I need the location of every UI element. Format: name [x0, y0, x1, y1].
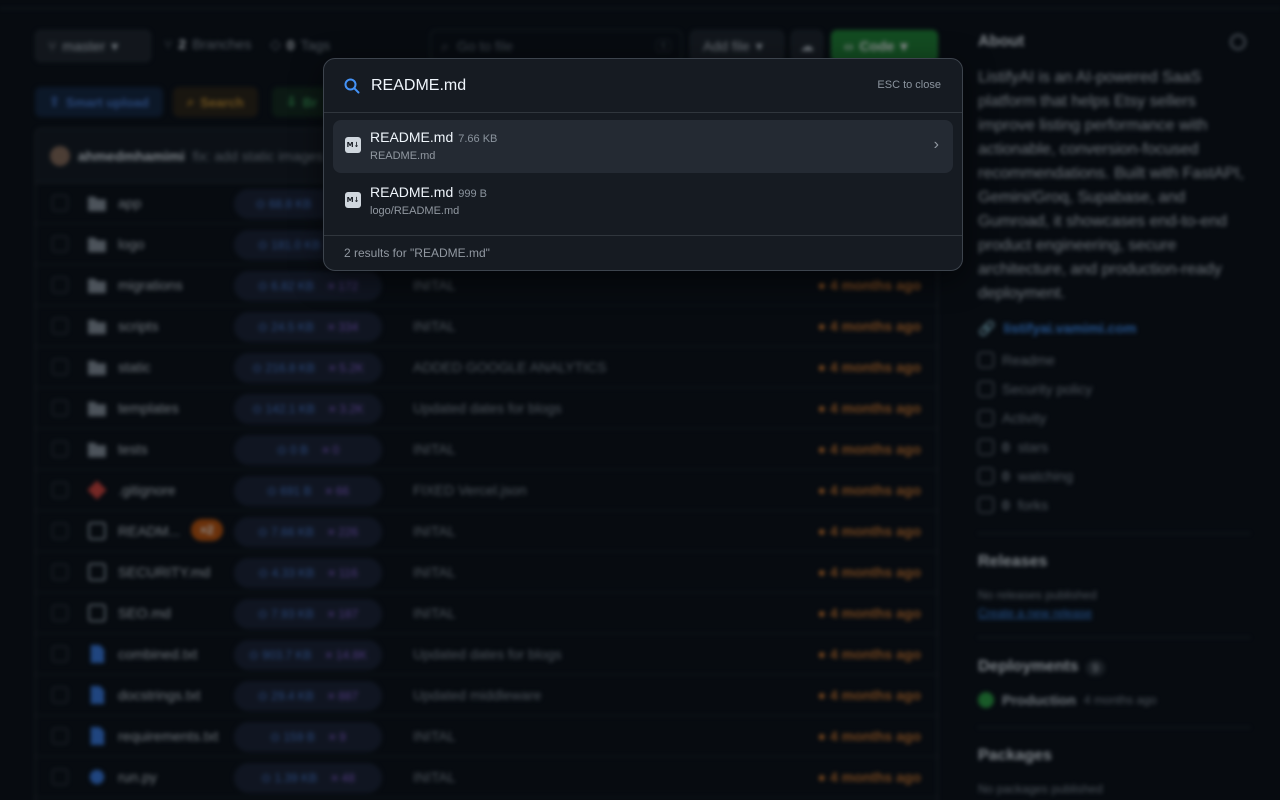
esc-hint: ESC to close [877, 79, 941, 91]
result-name: README.md [370, 129, 454, 145]
search-result-item[interactable]: M↓ README.md 7.66 KB README.md › [333, 120, 953, 173]
dialog-header: ESC to close [324, 59, 962, 113]
results-summary: 2 results for "README.md" [324, 235, 962, 270]
chevron-right-icon: › [933, 136, 939, 153]
search-result-item[interactable]: M↓ README.md 999 B logo/README.md [333, 175, 953, 228]
markdown-file-icon: M↓ [345, 137, 361, 153]
result-size: 7.66 KB [458, 133, 498, 145]
search-icon [344, 78, 360, 94]
result-path: README.md [370, 150, 436, 162]
file-search-dialog: ESC to close M↓ README.md 7.66 KB README.… [323, 58, 963, 271]
result-size: 999 B [458, 188, 487, 200]
result-name: README.md [370, 184, 454, 200]
search-results: M↓ README.md 7.66 KB README.md › M↓ READM… [324, 113, 962, 235]
markdown-file-icon: M↓ [345, 192, 361, 208]
result-path: logo/README.md [370, 205, 460, 217]
file-search-input[interactable] [371, 74, 851, 98]
